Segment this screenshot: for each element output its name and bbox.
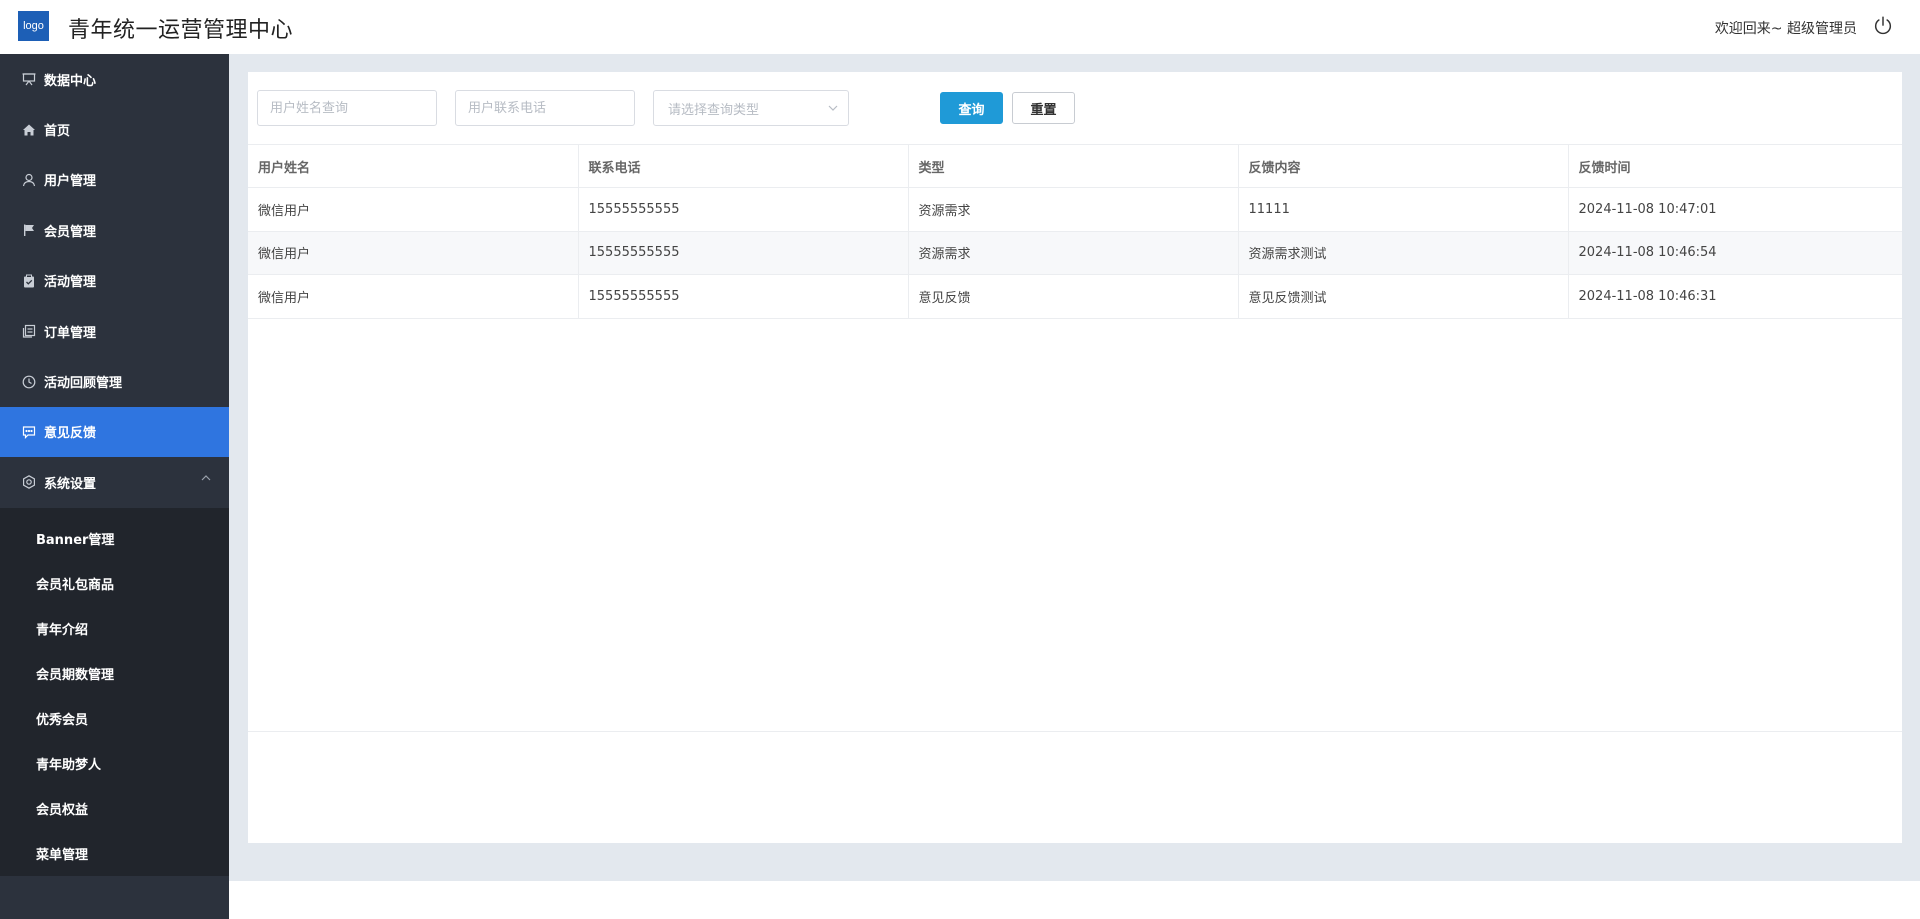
cell-username: 微信用户 [248, 274, 579, 319]
cell-time: 2024-11-08 10:46:54 [1568, 231, 1902, 275]
clipboard-icon [22, 274, 36, 288]
flag-icon [22, 223, 36, 237]
top-header: logo 青年统一运营管理中心 欢迎回来~ 超级管理员 [0, 0, 1920, 54]
type-select[interactable]: 请选择查询类型 [653, 90, 849, 126]
cell-content: 资源需求测试 [1238, 231, 1569, 275]
sidebar-item-activity-management[interactable]: 活动管理 [0, 256, 229, 306]
user-icon [22, 173, 36, 187]
type-select-placeholder: 请选择查询类型 [668, 102, 760, 118]
app-title: 青年统一运营管理中心 [68, 18, 294, 43]
submenu-item-dream-helpers[interactable]: 青年助梦人 [0, 741, 229, 786]
sidebar-item-member-management[interactable]: 会员管理 [0, 205, 229, 255]
main-content: 请选择查询类型 查询 重置 用户姓名 联系电话 类型 反馈内容 反馈时间 [229, 54, 1920, 881]
sidebar-item-label: 会员管理 [44, 224, 97, 240]
column-header-type[interactable]: 类型 [908, 144, 1239, 188]
sidebar-item-label: 数据中心 [44, 73, 97, 89]
cell-phone: 15555555555 [578, 187, 909, 232]
submenu-item-youth-intro[interactable]: 青年介绍 [0, 606, 229, 651]
chevron-up-icon [201, 475, 211, 481]
chevron-down-icon [828, 105, 838, 111]
search-button[interactable]: 查询 [940, 92, 1003, 124]
submenu-item-member-rights[interactable]: 会员权益 [0, 786, 229, 831]
cell-type: 资源需求 [908, 187, 1239, 232]
sidebar-item-order-management[interactable]: 订单管理 [0, 306, 229, 356]
table-divider [248, 731, 1902, 732]
submenu-item-menu-management[interactable]: 菜单管理 [0, 831, 229, 876]
sidebar-item-label: 首页 [44, 124, 71, 140]
sidebar-item-activity-review[interactable]: 活动回顾管理 [0, 356, 229, 406]
presentation-board-icon [22, 72, 36, 86]
submenu-item-excellent-members[interactable]: 优秀会员 [0, 696, 229, 741]
cell-time: 2024-11-08 10:47:01 [1568, 187, 1902, 232]
power-icon[interactable] [1872, 15, 1894, 37]
cell-time: 2024-11-08 10:46:31 [1568, 274, 1902, 319]
logo: logo [18, 11, 49, 41]
sidebar-item-label: 意见反馈 [44, 426, 97, 442]
content-card: 请选择查询类型 查询 重置 用户姓名 联系电话 类型 反馈内容 反馈时间 [248, 72, 1902, 843]
home-icon [22, 123, 36, 137]
message-icon [22, 425, 36, 439]
cell-content: 意见反馈测试 [1238, 274, 1569, 319]
system-settings-submenu: Banner管理 会员礼包商品 青年介绍 会员期数管理 优秀会员 青年助梦人 会… [0, 507, 229, 876]
cell-type: 资源需求 [908, 231, 1239, 275]
column-header-phone[interactable]: 联系电话 [578, 144, 909, 188]
sidebar-item-label: 订单管理 [44, 325, 97, 341]
reset-button[interactable]: 重置 [1012, 92, 1075, 124]
submenu-item-member-periods[interactable]: 会员期数管理 [0, 651, 229, 696]
sidebar-item-feedback[interactable]: 意见反馈 [0, 406, 229, 458]
sidebar-item-data-center[interactable]: 数据中心 [0, 54, 229, 104]
submenu-item-banner[interactable]: Banner管理 [0, 516, 229, 561]
feedback-table: 用户姓名 联系电话 类型 反馈内容 反馈时间 微信用户 15555555555 … [248, 144, 1902, 319]
sidebar: 数据中心 首页 用户管理 会员管理 活动管理 订单管理 活动回顾管理 意见反馈 … [0, 54, 229, 919]
column-header-time[interactable]: 反馈时间 [1568, 144, 1902, 188]
cell-phone: 15555555555 [578, 274, 909, 319]
sidebar-item-label: 活动回顾管理 [44, 376, 123, 392]
column-header-content[interactable]: 反馈内容 [1238, 144, 1569, 188]
cell-phone: 15555555555 [578, 231, 909, 275]
welcome-text: 欢迎回来~ 超级管理员 [1714, 21, 1857, 37]
clock-icon [22, 375, 36, 389]
submenu-item-gift-products[interactable]: 会员礼包商品 [0, 561, 229, 606]
sidebar-item-label: 系统设置 [44, 476, 97, 492]
table-row[interactable]: 微信用户 15555555555 资源需求 资源需求测试 2024-11-08 … [248, 231, 1902, 275]
table-header-row: 用户姓名 联系电话 类型 反馈内容 反馈时间 [248, 144, 1902, 188]
sidebar-item-label: 活动管理 [44, 275, 97, 291]
filter-bar: 请选择查询类型 查询 重置 [248, 72, 1902, 144]
cell-content: 11111 [1238, 187, 1569, 232]
order-list-icon [22, 324, 36, 338]
cell-username: 微信用户 [248, 187, 579, 232]
sidebar-item-system-settings[interactable]: 系统设置 [0, 457, 229, 507]
gear-icon [22, 475, 36, 490]
sidebar-item-home[interactable]: 首页 [0, 104, 229, 154]
phone-search-input[interactable] [455, 90, 635, 126]
sidebar-item-label: 用户管理 [44, 174, 97, 190]
sidebar-item-user-management[interactable]: 用户管理 [0, 155, 229, 205]
table-row[interactable]: 微信用户 15555555555 意见反馈 意见反馈测试 2024-11-08 … [248, 274, 1902, 319]
username-search-input[interactable] [257, 90, 437, 126]
column-header-username[interactable]: 用户姓名 [248, 144, 579, 188]
cell-type: 意见反馈 [908, 274, 1239, 319]
table-row[interactable]: 微信用户 15555555555 资源需求 11111 2024-11-08 1… [248, 187, 1902, 232]
cell-username: 微信用户 [248, 231, 579, 275]
